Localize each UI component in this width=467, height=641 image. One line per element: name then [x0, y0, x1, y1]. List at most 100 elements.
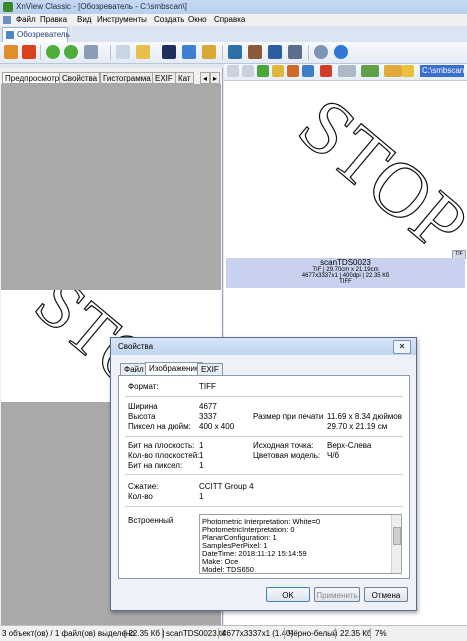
thumbnail-info-3: TIFF [339, 279, 352, 285]
help-icon[interactable] [334, 45, 348, 59]
tab-scroll-right-icon[interactable]: ▸ [210, 72, 220, 84]
copy-icon[interactable] [302, 65, 314, 77]
arrow-right-icon[interactable] [242, 65, 254, 77]
compression-value: CCITT Group 4 [199, 482, 254, 491]
delete-icon[interactable] [320, 65, 332, 77]
height-value: 3337 [199, 412, 217, 421]
status-selected-size: [ 22.35 Кб ] [124, 629, 165, 638]
title-bar: XnView Classic - [Обозреватель - C:\smbs… [0, 0, 467, 14]
sort-icon[interactable] [361, 65, 379, 77]
view-mode-icon[interactable] [338, 65, 356, 77]
compression-label: Сжатие: [128, 482, 159, 491]
scanner-icon[interactable] [248, 45, 262, 59]
print-icon[interactable] [116, 45, 130, 59]
new-folder-icon[interactable] [272, 65, 284, 77]
format-label: Формат: [128, 382, 159, 391]
tab-categories[interactable]: Кат [175, 72, 194, 84]
folder-icon[interactable] [136, 45, 150, 59]
arrow-left-icon[interactable] [227, 65, 239, 77]
move-icon[interactable] [287, 65, 299, 77]
menu-tools[interactable]: Инструменты [97, 15, 147, 24]
embedded-label: Встроенный [128, 516, 174, 525]
toolbar-separator [110, 45, 111, 60]
main-tab-strip: Обозреватель [0, 26, 467, 43]
path-field[interactable]: C:\smbscan\ [420, 65, 464, 77]
embedded-metadata-textarea[interactable]: Photometric Interpretation: White=0 Phot… [199, 514, 402, 574]
dialog-tab-exif[interactable]: EXIF [197, 363, 223, 375]
scrollbar-thumb[interactable] [393, 527, 401, 545]
capture-icon[interactable] [228, 45, 242, 59]
window-title: XnView Classic - [Обозреватель - C:\smbs… [16, 2, 187, 11]
tab-properties[interactable]: Свойства [59, 72, 101, 84]
convert-icon[interactable] [182, 45, 196, 59]
up-icon[interactable] [257, 65, 269, 77]
toolbar-separator [308, 45, 309, 60]
tab-preview[interactable]: Предпросмотр [2, 72, 63, 84]
left-tabs: Предпросмотр Свойства Гистограмма EXIF К… [0, 72, 222, 84]
close-icon[interactable]: ✕ [393, 340, 411, 354]
textarea-scrollbar[interactable] [391, 515, 401, 573]
tab-browser[interactable]: Обозреватель [2, 27, 70, 42]
menu-view[interactable]: Вид [77, 15, 91, 24]
menu-create[interactable]: Создать [154, 15, 184, 24]
apply-button[interactable]: Применить [314, 587, 360, 602]
bits-per-pixel-label: Бит на пиксел: [128, 461, 183, 470]
favorite-star-icon[interactable] [402, 65, 414, 77]
slideshow-icon[interactable] [202, 45, 216, 59]
print-size-label: Размер при печати [253, 412, 324, 421]
gear-icon[interactable] [314, 45, 328, 59]
dialog-tab-file[interactable]: Файл [120, 363, 148, 375]
color-model-value: Ч/б [327, 451, 340, 460]
ok-button[interactable]: OK [266, 587, 310, 602]
app-icon [3, 2, 13, 12]
browser-toolbar: C:\smbscan\ [224, 64, 467, 81]
properties-dialog: Свойства ✕ Файл Изображение EXIF Формат:… [110, 337, 417, 611]
print-size-inches: 11.69 x 8.34 дюймов [327, 412, 402, 421]
tab-browser-label: Обозреватель [17, 30, 70, 39]
divider [125, 396, 403, 397]
divider [125, 436, 403, 437]
status-separator [284, 628, 285, 639]
status-dimensions: 4677x3337x1 (1.40) [222, 629, 294, 638]
filter-icon[interactable] [384, 65, 402, 77]
thumbnail-image: STOP [282, 84, 467, 269]
thumbnail-caption[interactable]: scanTDS0023 TIF | 29.70cm x 21.19cm 4677… [226, 258, 465, 288]
width-value: 4677 [199, 402, 217, 411]
divider [125, 506, 403, 507]
dialog-title: Свойства [118, 342, 154, 351]
browse-icon[interactable] [4, 45, 18, 59]
tab-scroll-left-icon[interactable]: ◂ [200, 72, 210, 84]
dialog-tab-image[interactable]: Изображение [145, 362, 204, 375]
fullscreen-icon[interactable] [22, 45, 36, 59]
menu-app-icon[interactable] [3, 16, 11, 24]
menu-window[interactable]: Окно [188, 15, 207, 24]
status-color-model: Чёрно-белый [288, 629, 338, 638]
back-icon[interactable] [46, 45, 60, 59]
menu-help[interactable]: Справка [214, 15, 245, 24]
menu-bar: Файл Правка Вид Инструменты Создать Окно… [0, 14, 467, 26]
bits-per-plane-value: 1 [199, 441, 204, 450]
forward-icon[interactable] [64, 45, 78, 59]
bits-per-plane-label: Бит на плоскость: [128, 441, 195, 450]
ppi-label: Пиксел на дюйм: [128, 422, 191, 431]
status-zoom: 7% [375, 629, 387, 638]
binoculars-icon[interactable] [162, 45, 176, 59]
main-toolbar [0, 42, 467, 64]
toolbar-separator [222, 45, 223, 60]
origin-value: Верх-Слева [327, 441, 372, 450]
width-label: Ширина [128, 402, 158, 411]
cancel-button[interactable]: Отмена [364, 587, 408, 602]
toolbar-separator [40, 45, 41, 60]
tab-histogram[interactable]: Гистограмма [100, 72, 154, 84]
count-value: 1 [199, 492, 204, 501]
print-size-cm: 29.70 x 21.19 см [327, 422, 388, 431]
bits-per-pixel-value: 1 [199, 461, 204, 470]
menu-file[interactable]: Файл [16, 15, 36, 24]
planes-label: Кол-во плоскостей: [128, 451, 200, 460]
batch-icon[interactable] [288, 45, 302, 59]
height-label: Высота [128, 412, 156, 421]
monitor-icon[interactable] [268, 45, 282, 59]
menu-edit[interactable]: Правка [40, 15, 67, 24]
refresh-icon[interactable] [84, 45, 98, 59]
tab-exif[interactable]: EXIF [152, 72, 176, 84]
